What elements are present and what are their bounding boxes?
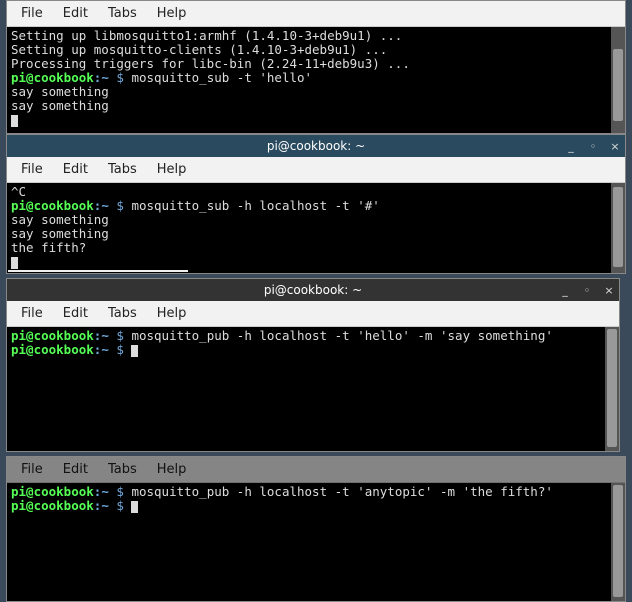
scroll-thumb[interactable] (607, 329, 617, 447)
terminal-area-4[interactable]: pi@cookbook:~ $ mosquitto_pub -h localho… (7, 483, 625, 601)
window-controls: _ ◦ × (559, 279, 615, 301)
prompt-user: pi@cookbook (11, 498, 94, 513)
minimize-icon[interactable]: _ (565, 140, 577, 153)
prompt-path: ~ (101, 498, 109, 513)
prompt-path: ~ (101, 198, 109, 213)
prompt-user: pi@cookbook (11, 328, 94, 343)
menu-edit[interactable]: Edit (55, 304, 96, 323)
prompt-dollar: $ (109, 198, 132, 213)
term-line: say something (11, 85, 621, 99)
menubar: File Edit Tabs Help (7, 157, 625, 183)
menu-file[interactable]: File (13, 160, 51, 179)
term-line: the fifth? (11, 241, 621, 255)
terminal-window-3: pi@cookbook: ~ _ ◦ × File Edit Tabs Help… (6, 278, 620, 452)
prompt-dollar: $ (109, 498, 132, 513)
term-prompt-line: pi@cookbook:~ $ (11, 343, 615, 357)
terminal-area-2[interactable]: ^C pi@cookbook:~ $ mosquitto_sub -h loca… (7, 183, 625, 273)
terminal-window-2: pi@cookbook: ~ _ ◦ × File Edit Tabs Help… (6, 134, 626, 274)
cursor-icon (11, 257, 18, 269)
terminal-window-1: File Edit Tabs Help Setting up libmosqui… (6, 0, 626, 134)
terminal-window-4: File Edit Tabs Help pi@cookbook:~ $ mosq… (6, 456, 626, 602)
scroll-thumb[interactable] (613, 49, 623, 121)
term-line: Setting up mosquitto-clients (1.4.10-3+d… (11, 43, 621, 57)
scrollbar[interactable] (611, 183, 625, 273)
menubar: File Edit Tabs Help (7, 301, 619, 327)
prompt-dollar: $ (109, 342, 132, 357)
menu-edit[interactable]: Edit (55, 160, 96, 179)
menu-file[interactable]: File (13, 4, 51, 23)
term-line: say something (11, 99, 621, 113)
divider (8, 270, 188, 272)
scroll-thumb[interactable] (613, 187, 623, 267)
cursor-icon (131, 501, 138, 513)
term-line: Setting up libmosquitto1:armhf (1.4.10-3… (11, 29, 621, 43)
cursor-icon (131, 345, 138, 357)
prompt-user: pi@cookbook (11, 342, 94, 357)
menu-edit[interactable]: Edit (55, 460, 96, 479)
terminal-area-1[interactable]: Setting up libmosquitto1:armhf (1.4.10-3… (7, 27, 625, 133)
menu-edit[interactable]: Edit (55, 4, 96, 23)
window-title: pi@cookbook: ~ (264, 283, 362, 297)
term-line: say something (11, 213, 621, 227)
prompt-path: ~ (101, 328, 109, 343)
menubar: File Edit Tabs Help (7, 1, 625, 27)
scrollbar[interactable] (605, 327, 619, 451)
window-title: pi@cookbook: ~ (267, 139, 365, 153)
menu-tabs[interactable]: Tabs (100, 4, 145, 23)
menu-help[interactable]: Help (149, 460, 195, 479)
command-text: mosquitto_pub -h localhost -t 'anytopic'… (131, 484, 552, 499)
prompt-dollar: $ (109, 328, 132, 343)
window-controls: _ ◦ × (565, 135, 621, 157)
term-prompt-line: pi@cookbook:~ $ mosquitto_sub -t 'hello' (11, 71, 621, 85)
prompt-dollar: $ (109, 70, 132, 85)
menu-file[interactable]: File (13, 304, 51, 323)
terminal-area-3[interactable]: pi@cookbook:~ $ mosquitto_pub -h localho… (7, 327, 619, 451)
menubar: File Edit Tabs Help (7, 457, 625, 483)
term-prompt-line: pi@cookbook:~ $ (11, 499, 621, 513)
prompt-path: ~ (101, 342, 109, 357)
prompt-path: ~ (101, 70, 109, 85)
term-prompt-line: pi@cookbook:~ $ mosquitto_pub -h localho… (11, 485, 621, 499)
prompt-user: pi@cookbook (11, 198, 94, 213)
term-line: ^C (11, 185, 621, 199)
close-icon[interactable]: × (603, 284, 615, 297)
term-cursor-line (11, 255, 621, 269)
menu-tabs[interactable]: Tabs (100, 304, 145, 323)
scroll-thumb[interactable] (613, 485, 623, 597)
prompt-path: ~ (101, 484, 109, 499)
maximize-icon[interactable]: ◦ (587, 140, 599, 153)
menu-tabs[interactable]: Tabs (100, 460, 145, 479)
titlebar[interactable]: pi@cookbook: ~ _ ◦ × (7, 135, 625, 157)
prompt-user: pi@cookbook (11, 484, 94, 499)
term-prompt-line: pi@cookbook:~ $ mosquitto_sub -h localho… (11, 199, 621, 213)
command-text: mosquitto_sub -h localhost -t '#' (131, 198, 379, 213)
command-text: mosquitto_sub -t 'hello' (131, 70, 312, 85)
menu-help[interactable]: Help (149, 304, 195, 323)
menu-help[interactable]: Help (149, 160, 195, 179)
minimize-icon[interactable]: _ (559, 284, 571, 297)
maximize-icon[interactable]: ◦ (581, 284, 593, 297)
prompt-dollar: $ (109, 484, 132, 499)
menu-file[interactable]: File (13, 460, 51, 479)
term-line: Processing triggers for libc-bin (2.24-1… (11, 57, 621, 71)
scrollbar[interactable] (611, 27, 625, 133)
cursor-icon (11, 115, 18, 127)
menu-help[interactable]: Help (149, 4, 195, 23)
term-cursor-line (11, 113, 621, 127)
close-icon[interactable]: × (609, 140, 621, 153)
prompt-user: pi@cookbook (11, 70, 94, 85)
command-text: mosquitto_pub -h localhost -t 'hello' -m… (131, 328, 552, 343)
titlebar[interactable]: pi@cookbook: ~ _ ◦ × (7, 279, 619, 301)
menu-tabs[interactable]: Tabs (100, 160, 145, 179)
scrollbar[interactable] (611, 483, 625, 601)
term-line: say something (11, 227, 621, 241)
term-prompt-line: pi@cookbook:~ $ mosquitto_pub -h localho… (11, 329, 615, 343)
